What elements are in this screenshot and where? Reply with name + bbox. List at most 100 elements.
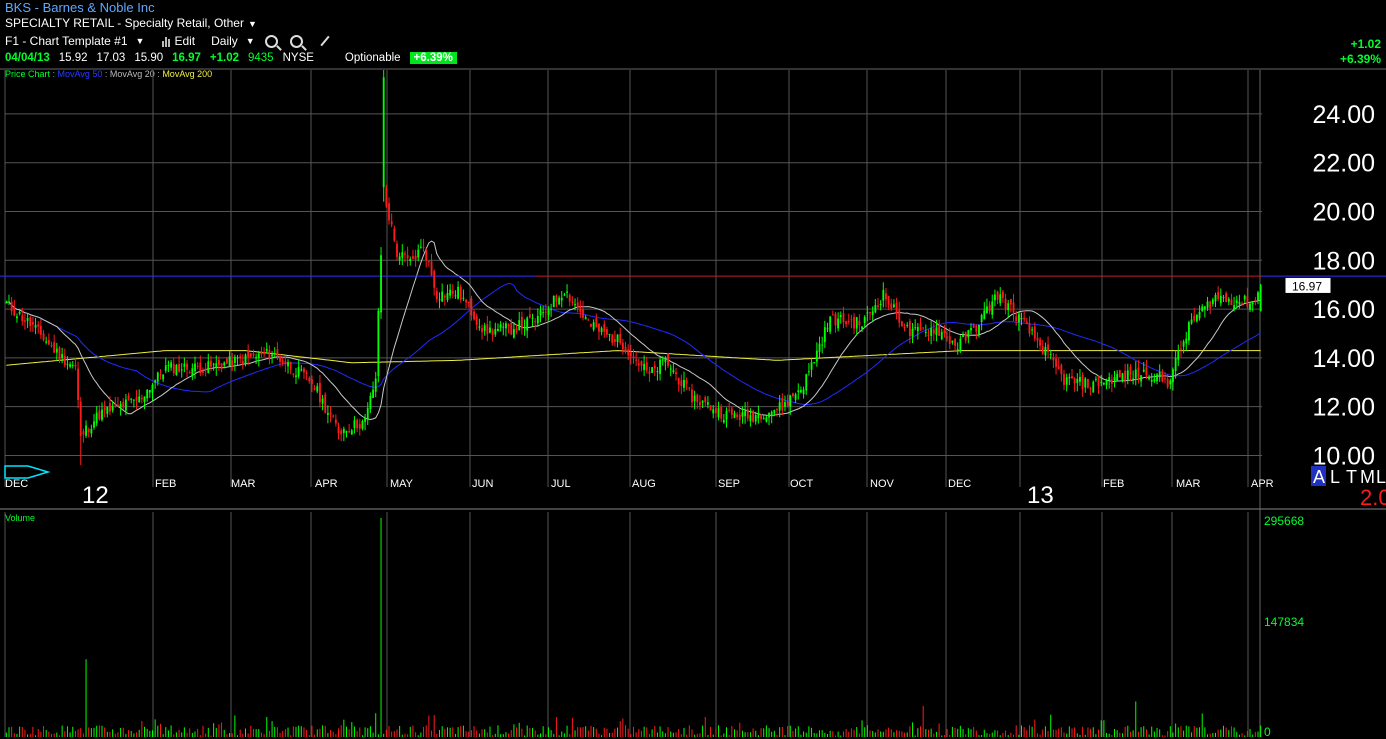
candle-body [863, 316, 866, 324]
candle-body [212, 363, 215, 365]
candle-body [1259, 285, 1262, 312]
candle-body [491, 330, 494, 335]
candle-body [911, 328, 914, 337]
candle-body [1129, 367, 1132, 376]
candle-body [249, 353, 252, 357]
candle-body [34, 324, 37, 328]
candle-body [409, 258, 412, 262]
candle-body [1148, 377, 1150, 380]
month-label: MAR [231, 478, 256, 490]
candle-body [82, 431, 85, 435]
candle-body [1102, 382, 1105, 385]
candle-body [576, 302, 579, 308]
candle-body [855, 317, 858, 329]
candle-body [289, 361, 292, 370]
candle-body [369, 395, 372, 410]
candle-body [1081, 374, 1084, 390]
month-label: OCT [790, 478, 814, 490]
candle-body [1036, 337, 1039, 341]
candle-body [151, 384, 154, 393]
candle-body [672, 370, 675, 372]
candle-body [1222, 296, 1225, 298]
price-tick-label: 20.00 [1312, 199, 1375, 227]
candle-body [172, 364, 175, 374]
candle-body [10, 301, 13, 312]
candle-body [778, 402, 781, 411]
candle-body [98, 410, 101, 420]
candle-body [1164, 378, 1166, 380]
candle-body [345, 430, 348, 433]
candle-body [114, 404, 117, 406]
candle-body [688, 387, 691, 389]
candle-body [109, 403, 111, 412]
candle-body [29, 317, 32, 326]
month-label: JUN [472, 478, 493, 490]
price-volume-chart[interactable]: 10.0012.0014.0016.0018.0020.0022.0024.00… [0, 0, 1386, 739]
candle-body [1180, 348, 1182, 350]
candle-body [374, 378, 377, 392]
candle-body [709, 405, 712, 411]
candle-body [752, 411, 755, 422]
candle-body [1238, 302, 1241, 305]
candle-body [975, 325, 978, 332]
candle-body [1193, 315, 1196, 321]
candle-body [18, 312, 21, 314]
candle-body [260, 351, 263, 355]
candle-body [358, 424, 361, 429]
candle-body [893, 304, 895, 307]
candle-body [505, 323, 507, 329]
candle-body [1068, 376, 1071, 379]
candle-body [1031, 329, 1034, 331]
candle-body [1172, 369, 1174, 383]
candle-body [215, 363, 218, 368]
candle-body [627, 349, 630, 356]
candle-body [927, 335, 930, 337]
candle-body [946, 336, 949, 338]
candle-body [263, 351, 266, 355]
candle-body [58, 347, 61, 361]
candle-body [736, 414, 739, 418]
candle-body [1007, 303, 1010, 311]
candle-body [1073, 378, 1076, 384]
candle-body [385, 186, 388, 207]
candle-body [1009, 299, 1012, 305]
candle-body [741, 412, 744, 417]
candle-body [839, 315, 842, 317]
candle-body [683, 379, 685, 388]
candle-body [1227, 298, 1230, 302]
candle-body [47, 339, 50, 345]
candle-body [364, 417, 367, 422]
candle-body [1110, 379, 1113, 385]
candle-body [1126, 370, 1129, 380]
candle-body [608, 333, 611, 335]
candle-body [356, 419, 359, 429]
candle-body [398, 256, 401, 261]
candle-body [922, 327, 925, 329]
candle-body [8, 301, 10, 303]
candle-body [943, 329, 946, 334]
candle-body [196, 365, 199, 367]
candle-body [595, 318, 598, 328]
volume-tick-label: 147834 [1264, 615, 1304, 629]
candle-body [85, 425, 87, 436]
candle-body [948, 336, 951, 344]
candle-body [1023, 317, 1026, 320]
candle-body [1182, 341, 1185, 347]
candle-body [563, 294, 566, 296]
price-tick-label: 16.00 [1312, 296, 1375, 324]
candle-body [1017, 314, 1020, 323]
candle-body [542, 312, 545, 314]
candle-body [807, 371, 810, 373]
candle-body [489, 327, 491, 333]
candle-body [1057, 366, 1060, 369]
candle-body [661, 359, 664, 361]
candle-body [276, 349, 279, 357]
candle-body [255, 357, 258, 359]
layout-letter-0: A [1313, 467, 1325, 487]
candle-body [318, 382, 321, 403]
candle-body [712, 409, 715, 414]
candle-body [637, 363, 640, 366]
candle-body [582, 309, 584, 318]
candle-body [1142, 369, 1145, 372]
candle-body [605, 329, 608, 335]
